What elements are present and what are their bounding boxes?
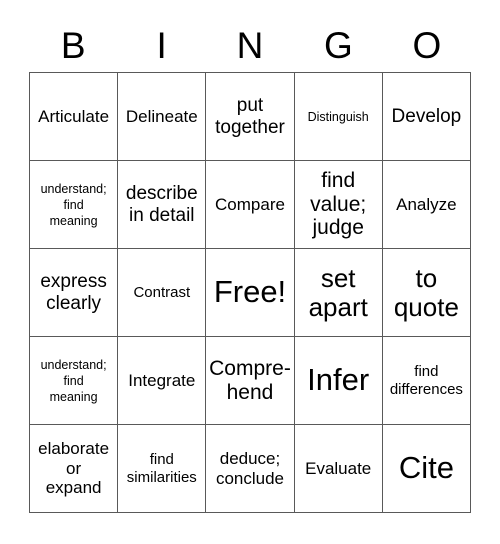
bingo-cell-r5c2[interactable]: find similarities <box>118 425 207 513</box>
bingo-header-letter-i: I <box>156 24 167 66</box>
bingo-cell-label: understand; find meaning <box>40 357 107 404</box>
bingo-cell-label: set apart <box>308 263 368 322</box>
bingo-cell-r5c3[interactable]: deduce; conclude <box>206 425 295 513</box>
bingo-cell-r4c2[interactable]: Integrate <box>118 337 207 425</box>
bingo-cell-r2c3[interactable]: Compare <box>206 161 295 249</box>
bingo-cell-label: Analyze <box>396 194 457 214</box>
bingo-cell-label: express clearly <box>40 270 107 314</box>
bingo-header-letter-b: B <box>60 24 86 66</box>
bingo-cell-r2c4[interactable]: find value; judge <box>294 161 383 249</box>
bingo-cell-r1c2[interactable]: Delineate <box>118 73 207 161</box>
bingo-cell-r4c5[interactable]: find differences <box>382 337 471 425</box>
bingo-cell-free-space[interactable]: Free! <box>206 249 295 337</box>
bingo-cell-label: Evaluate <box>305 458 372 478</box>
bingo-cell-label: Compare <box>215 194 285 214</box>
bingo-header-row: B I N G O <box>29 18 471 72</box>
bingo-cell-label: to quote <box>393 263 459 322</box>
bingo-cell-r5c4[interactable]: Evaluate <box>294 425 383 513</box>
bingo-cell-label: Infer <box>307 362 370 398</box>
bingo-cell-r5c5[interactable]: Cite <box>382 425 471 513</box>
bingo-free-space-label: Free! <box>213 274 287 310</box>
bingo-cell-r5c1[interactable]: elaborate or expand <box>30 425 119 513</box>
bingo-cell-label: Articulate <box>38 106 110 126</box>
bingo-cell-r1c1[interactable]: Articulate <box>30 73 119 161</box>
bingo-cell-r1c5[interactable]: Develop <box>382 73 471 161</box>
bingo-cell-r3c5[interactable]: to quote <box>382 249 471 337</box>
bingo-cell-r1c3[interactable]: put together <box>206 73 295 161</box>
bingo-header-letter-o: O <box>412 24 442 66</box>
bingo-grid: Articulate Delineate put together Distin… <box>29 72 471 513</box>
bingo-cell-r1c4[interactable]: Distinguish <box>294 73 383 161</box>
bingo-cell-label: find similarities <box>126 450 197 486</box>
bingo-cell-r2c2[interactable]: describe in detail <box>118 161 207 249</box>
bingo-cell-label: elaborate or expand <box>38 438 110 498</box>
bingo-cell-r4c4[interactable]: Infer <box>294 337 383 425</box>
bingo-header-letter-g: G <box>324 24 353 66</box>
bingo-cell-r3c2[interactable]: Contrast <box>118 249 207 337</box>
bingo-header-letter-n: N <box>236 24 264 66</box>
bingo-cell-label: put together <box>215 94 285 138</box>
bingo-cell-r2c1[interactable]: understand; find meaning <box>30 161 119 249</box>
bingo-cell-r4c3[interactable]: Compre- hend <box>206 337 295 425</box>
bingo-cell-label: Develop <box>391 105 462 127</box>
bingo-cell-label: Delineate <box>125 106 198 126</box>
bingo-cell-label: Integrate <box>128 370 196 390</box>
bingo-cell-r3c4[interactable]: set apart <box>294 249 383 337</box>
bingo-card: B I N G O Articulate Delineate put toget… <box>0 0 500 544</box>
bingo-cell-r3c1[interactable]: express clearly <box>30 249 119 337</box>
bingo-cell-label: deduce; conclude <box>215 448 285 488</box>
bingo-cell-label: find differences <box>389 362 463 398</box>
bingo-cell-label: Cite <box>398 450 454 486</box>
bingo-cell-label: Compre- hend <box>209 356 291 404</box>
bingo-cell-label: find value; judge <box>310 169 367 240</box>
bingo-cell-label: Contrast <box>133 283 191 301</box>
bingo-cell-label: understand; find meaning <box>40 181 107 228</box>
bingo-cell-r4c1[interactable]: understand; find meaning <box>30 337 119 425</box>
bingo-cell-label: Distinguish <box>307 109 369 124</box>
bingo-cell-label: describe in detail <box>125 182 198 226</box>
bingo-cell-r2c5[interactable]: Analyze <box>382 161 471 249</box>
